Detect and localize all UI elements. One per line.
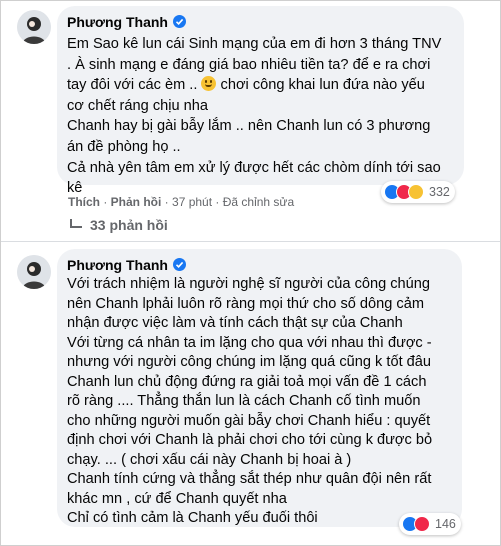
reaction-count: 332 (429, 185, 450, 199)
reply-link[interactable]: Phản hồi (111, 195, 162, 209)
comment-line: án đề phòng họ .. (67, 138, 181, 155)
comment-author[interactable]: Phương Thanh (67, 14, 186, 30)
comment-line: chạy. ... ( chơi xấu cái này Chanh bị ho… (67, 451, 352, 468)
reply-arrow-icon (70, 219, 82, 228)
comment-line: Chanh tính cứng và thẳng sắt thép như qu… (67, 471, 432, 487)
comment-line: Em Sao kê lun cái Sinh mạng của em đi hơ… (67, 36, 442, 52)
comment-line-part: tay đôi với các èm .. (67, 77, 198, 94)
comment-line: tay đôi với các èm .. chơi công khai lun… (67, 75, 441, 96)
reaction-summary[interactable]: 146 (399, 513, 461, 535)
replies-count[interactable]: 33 phản hồi (90, 217, 168, 233)
comment-line: Chỉ có tình cảm là Chanh yếu đuối thôi (67, 510, 318, 526)
view-replies-link[interactable]: 33 phản hồi (70, 217, 168, 233)
comment-line: khác mn , cứ để Chanh quyết nha (67, 490, 287, 507)
comment-line: rõ ràng .... Thẳng thắn lun là cách Chan… (67, 393, 421, 409)
avatar[interactable] (17, 10, 51, 44)
divider (1, 241, 500, 242)
love-reaction-icon (414, 516, 430, 532)
care-reaction-icon (408, 184, 424, 200)
comment-author[interactable]: Phương Thanh (67, 257, 186, 273)
comment-line: nhưng với người công chúng im lặng quá c… (67, 354, 432, 370)
comment-line: Chanh hay bị gài bẫy lắm .. nên Chanh lu… (67, 118, 431, 135)
comment-line: nên Chanh lphải luôn rõ ràng mọi thứ cho… (67, 295, 424, 312)
comment-line: . À sinh mạng e đáng giá bao nhiêu tiền … (67, 56, 431, 73)
smiling-face-emoji (201, 76, 217, 92)
comment-line: Cả nhà yên tâm em xử lý được hết các chò… (67, 159, 441, 176)
comment-line: nhận được việc làm và tính cách thật sự … (67, 315, 403, 331)
comment-line-part: chơi công khai lun đứa nào yếu (216, 77, 425, 94)
comment-text: Em Sao kê lun cái Sinh mạng của em đi hơ… (67, 34, 441, 199)
verified-badge-icon (172, 258, 186, 271)
timestamp[interactable]: 37 phút (172, 195, 212, 209)
reaction-summary[interactable]: 332 (381, 181, 455, 203)
verified-badge-icon (172, 15, 186, 28)
comment-line: cơ chết ráng chịu nha (67, 97, 208, 114)
author-name[interactable]: Phương Thanh (67, 14, 168, 30)
author-name[interactable]: Phương Thanh (67, 257, 168, 273)
comment-text: Với trách nhiệm là người nghệ sĩ người c… (67, 275, 432, 529)
reaction-count: 146 (435, 517, 456, 531)
edited-label: Đã chỉnh sửa (222, 195, 295, 209)
comment-actions: Thích · Phản hồi · 37 phút · Đã chỉnh sử… (68, 195, 295, 209)
like-link[interactable]: Thích (68, 195, 100, 209)
comment-line: Với từng cá nhân ta im lặng cho qua với … (67, 334, 432, 351)
comment-line: định chơi với Chanh là phải chơi cho tới… (67, 432, 433, 448)
comment-line: cho những người muốn gài bẫy chơi Chanh … (67, 412, 431, 429)
avatar[interactable] (17, 255, 51, 289)
comment-line: Với trách nhiệm là người nghệ sĩ người c… (67, 276, 431, 292)
comment-line: Chanh lun chủ động đứng ra giải toả mọi … (67, 373, 427, 390)
